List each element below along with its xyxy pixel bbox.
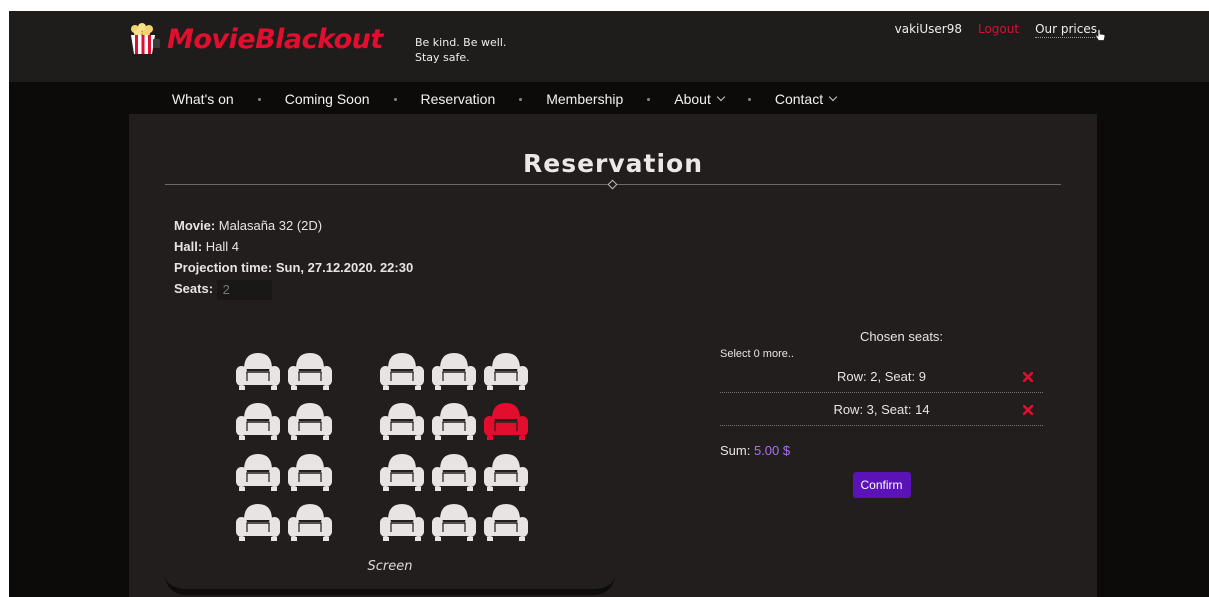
remove-seat-icon[interactable] [1023,405,1033,415]
seat-icon[interactable] [287,399,333,441]
seats-line: Seats: 2 [174,278,413,300]
select-more-hint: Select 0 more.. [720,348,794,360]
seat-icon[interactable] [379,450,425,492]
movie-value: Malasaña 32 (2D) [218,218,323,233]
seat-selected-icon[interactable] [483,399,529,441]
nav-membership[interactable]: Membership [546,91,623,107]
sum-line: Sum: 5.00 $ [720,443,1043,458]
seat-icon[interactable] [235,450,281,492]
chosen-seat-label: Row: 2, Seat: 9 [837,368,926,384]
user-menu: vakiUser98 Logout Our prices [879,22,1106,41]
hall-line: Hall: Hall 4 [174,236,413,257]
nav-coming-soon[interactable]: Coming Soon [285,91,370,107]
reservation-info: Movie: Malasaña 32 (2D) Hall: Hall 4 Pro… [174,215,413,300]
logout-link[interactable]: Logout [978,22,1019,38]
logo[interactable]: MovieBlackout [127,23,383,55]
main-nav: What's on Coming Soon Reservation Member… [9,84,1209,114]
chosen-seats-panel: Chosen seats: Select 0 more.. Row: 2, Se… [720,329,1043,498]
seat-icon[interactable] [379,399,425,441]
slogan: Be kind. Be well. Stay safe. [415,35,506,65]
top-bar: MovieBlackout Be kind. Be well. Stay saf… [9,11,1209,82]
confirm-button[interactable]: Confirm [852,472,911,498]
seat-icon[interactable] [287,450,333,492]
nav-separator [257,97,261,101]
seat-icon[interactable] [235,349,281,391]
nav-separator [519,97,523,101]
seat-icon[interactable] [431,349,477,391]
seat-icon[interactable] [483,500,529,542]
nav-contact-label: Contact [774,91,824,107]
nav-separator [747,97,751,101]
chosen-seat-label: Row: 3, Seat: 14 [833,401,930,417]
our-prices-link[interactable]: Our prices [1035,22,1106,41]
time-line: Projection time: Sun, 27.12.2020. 22:30 [174,257,413,278]
app-frame: MovieBlackout Be kind. Be well. Stay saf… [9,11,1209,597]
seat-icon[interactable] [379,349,425,391]
seat-icon[interactable] [431,399,477,441]
seats-count-input[interactable]: 2 [216,279,272,300]
chosen-seats-title: Chosen seats: [859,329,944,344]
hand-cursor-icon [1095,29,1106,41]
reservation-panel: Reservation Movie: Malasaña 32 (2D) Hall… [129,114,1097,597]
screen-label: Screen [367,559,413,574]
nav-about[interactable]: About [674,91,726,107]
time-value: Sun, 27.12.2020. 22:30 [275,260,414,275]
nav-about-label: About [674,91,711,107]
movie-label: Movie: [174,218,216,233]
chosen-seat-row: Row: 2, Seat: 9 [720,360,1043,393]
hall-label: Hall: [174,239,203,254]
divider-diamond-icon [607,179,618,190]
seat-icon[interactable] [235,500,281,542]
seat-icon[interactable] [379,500,425,542]
hall-value: Hall 4 [205,239,240,254]
chevron-down-icon [828,92,838,102]
sum-label: Sum: [720,443,751,458]
sum-value: 5.00 $ [753,443,791,458]
seat-icon[interactable] [483,349,529,391]
movie-line: Movie: Malasaña 32 (2D) [174,215,413,236]
username-link[interactable]: vakiUser98 [895,22,962,38]
seat-icon[interactable] [431,450,477,492]
page-title: Reservation [522,149,704,178]
seat-icon[interactable] [287,349,333,391]
slogan-line-2: Stay safe. [415,51,470,64]
seat-icon[interactable] [287,500,333,542]
seat-map [165,329,615,597]
seats-label: Seats: [174,281,214,296]
chosen-seat-row: Row: 3, Seat: 14 [720,393,1043,426]
logo-text: MovieBlackout [167,23,383,55]
nav-reservation[interactable]: Reservation [421,91,496,107]
seat-icon[interactable] [483,450,529,492]
time-label: Projection time: [174,260,273,275]
nav-separator [647,97,651,101]
our-prices-label: Our prices [1035,22,1097,36]
nav-contact[interactable]: Contact [774,91,838,107]
seat-icon[interactable] [431,500,477,542]
screen-curve [165,575,615,595]
nav-separator [393,97,397,101]
chevron-down-icon [716,92,726,102]
remove-seat-icon[interactable] [1023,372,1033,382]
seat-icon[interactable] [235,399,281,441]
nav-whats-on[interactable]: What's on [172,91,234,107]
popcorn-icon [131,23,160,54]
slogan-line-1: Be kind. Be well. [415,36,507,49]
